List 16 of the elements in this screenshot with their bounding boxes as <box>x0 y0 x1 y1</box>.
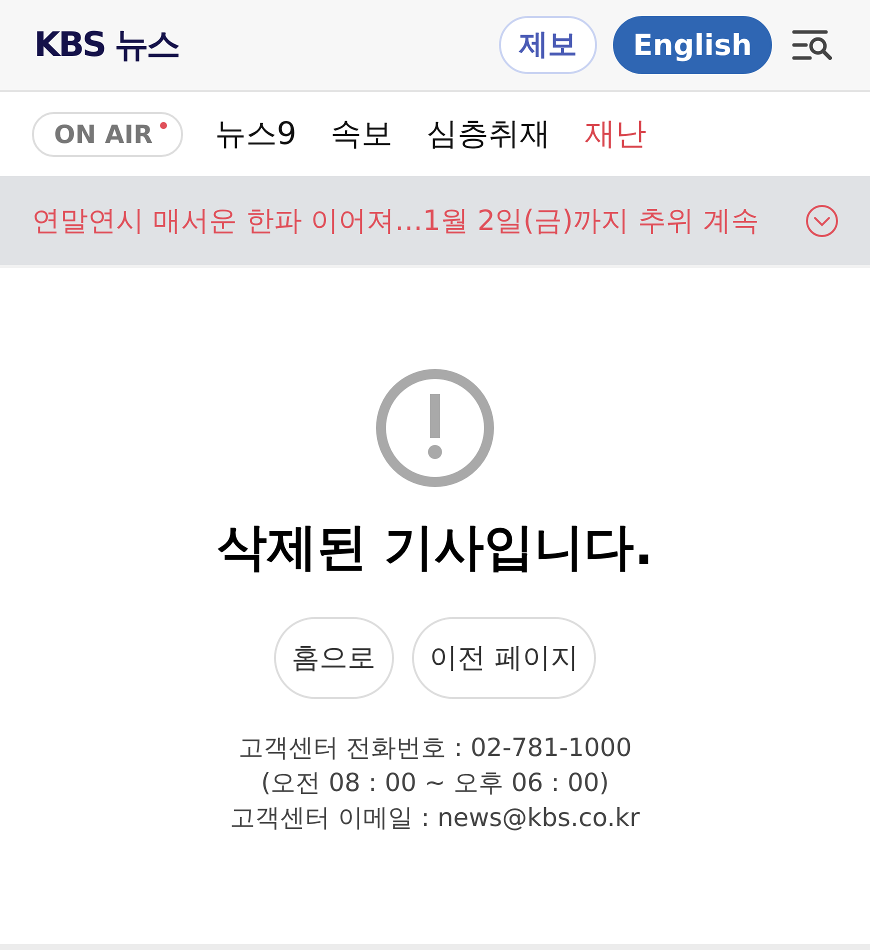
nav-button[interactable]: 이전 페이지 <box>412 617 596 699</box>
contact-info: 고객센터 전화번호 : 02-781-1000 <box>238 732 632 764</box>
warning-icon <box>375 368 495 488</box>
error-title: 삭제된 기사입니다. <box>216 517 654 578</box>
nav-link[interactable]: 뉴스9 <box>214 113 297 155</box>
logo[interactable]: KBS 뉴스 <box>34 22 179 68</box>
nav-link[interactable]: 속보 <box>330 113 393 155</box>
nav-link[interactable]: 심층취재 <box>426 113 551 155</box>
contact-info: 고객센터 이메일 : news@kbs.co.kr <box>230 802 640 834</box>
nav-link[interactable]: 재난 <box>584 113 647 155</box>
header-button[interactable]: 제보 <box>498 16 597 74</box>
on-air-button[interactable]: ON AIR <box>32 112 183 156</box>
header-button[interactable]: English <box>612 16 772 74</box>
contact-info: (오전 08 : 00 ~ 오후 06 : 00) <box>260 767 610 799</box>
expand-icon[interactable] <box>804 202 840 238</box>
nav-button[interactable]: 홈으로 <box>274 617 394 699</box>
